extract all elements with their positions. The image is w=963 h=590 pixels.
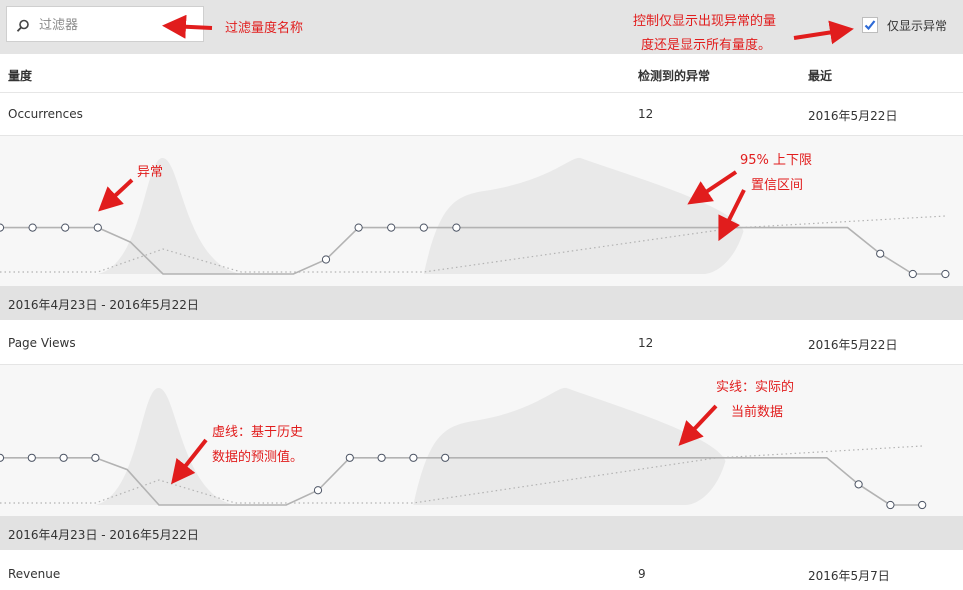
arrow-confidence-upper (687, 170, 738, 205)
annotation-predicted-line2: 数据的预测值。 (212, 450, 304, 465)
annotation-filter: 过滤量度名称 (225, 21, 304, 36)
arrow-filter (162, 14, 213, 39)
arrow-confidence-lower (718, 189, 746, 242)
annotation-actual-line2: 当前数据 (731, 405, 784, 420)
annotation-toggle-line2: 度还是显示所有量度。 (641, 38, 772, 53)
annotation-anomaly: 异常 (137, 165, 164, 180)
annotation-toggle-line1: 控制仅显示出现异常的量 (633, 14, 777, 29)
arrow-predicted (171, 438, 208, 485)
annotation-predicted-line1: 虚线：基于历史 (212, 425, 304, 440)
annotation-confidence-line2: 置信区间 (751, 178, 804, 193)
arrow-actual (678, 404, 718, 446)
annotation-actual-line1: 实线：实际的 (716, 380, 795, 395)
annotation-confidence-line1: 95% 上下限 (740, 153, 813, 168)
arrow-toggle (793, 20, 854, 45)
arrow-anomaly (98, 178, 134, 212)
annotation-arrows (98, 14, 854, 485)
